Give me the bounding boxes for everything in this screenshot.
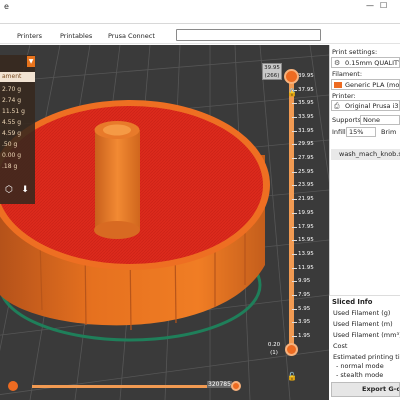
ruler-tick	[292, 199, 297, 201]
ruler-label: 29.95	[298, 141, 314, 148]
sliced-info-row: Used Filament (g)	[333, 309, 391, 317]
sliced-info-row: - normal mode	[336, 362, 384, 370]
tab-prusa-connect[interactable]: Prusa Connect	[108, 32, 155, 40]
ruler-tick	[292, 158, 297, 160]
tab-printables[interactable]: Printables	[60, 32, 92, 40]
print-settings-label: Print settings:	[332, 48, 378, 56]
ruler-tick	[292, 253, 297, 255]
layer-slider-bottom-thumb[interactable]	[285, 343, 298, 356]
sliced-info-row: Cost	[333, 342, 348, 350]
ruler-label: 15.95	[298, 237, 314, 244]
ruler-tick	[292, 294, 297, 296]
title-bar: e — ☐	[0, 0, 400, 24]
ruler-tick	[292, 336, 297, 337]
legend-header: ament	[0, 72, 35, 82]
supports-combo[interactable]: None	[360, 115, 400, 125]
legend-row: 11.51 g	[2, 108, 25, 115]
horizontal-slider-thumb[interactable]	[231, 381, 241, 391]
ruler-label: 25.95	[298, 168, 314, 175]
ruler-label: 23.95	[298, 182, 314, 189]
ruler-label: 39.95	[298, 73, 314, 79]
printer-label: Printer:	[332, 92, 356, 100]
sliced-info-row: Used Filament (mm³)	[333, 331, 400, 339]
filament-combo[interactable]: Generic PLA (modified)	[331, 79, 400, 90]
horizontal-slider-value: 320785	[207, 381, 232, 388]
filament-label: Filament:	[332, 70, 363, 78]
ruler-tick	[292, 322, 297, 324]
sliced-info-row: Used Filament (m)	[333, 320, 393, 328]
legend-row: 2.74 g	[2, 97, 22, 104]
ruler-tick	[292, 144, 297, 146]
legend-row: 0.00 g	[2, 152, 22, 159]
ruler-label: 7.95	[298, 291, 311, 298]
ruler-tick	[292, 130, 297, 132]
window-controls: — ☐	[366, 1, 396, 11]
ruler-tick	[292, 267, 297, 269]
ruler-tick	[292, 240, 297, 242]
sliced-info-row: Estimated printing time:	[333, 353, 400, 361]
chevron-down-icon[interactable]: ▼	[27, 56, 35, 67]
ruler-tick	[292, 171, 297, 173]
sliced-info-title: Sliced Info	[332, 298, 373, 306]
knob-stem	[95, 130, 140, 230]
ruler-label: 9.95	[298, 278, 311, 285]
app-icon: e	[4, 2, 9, 11]
ruler-tick	[292, 103, 297, 105]
tab-printers[interactable]: Printers	[17, 32, 42, 40]
download-icon[interactable]: ⬇	[18, 185, 32, 199]
printer-combo[interactable]: ⎙ Original Prusa i3 MK3S	[331, 100, 400, 111]
ruler-label: 1.95	[298, 333, 311, 339]
sliced-info-row: - stealth mode	[336, 371, 384, 379]
ruler-label: 11.95	[298, 264, 314, 271]
layer-slider-top-thumb[interactable]	[284, 69, 299, 84]
minimize-icon[interactable]: —	[366, 1, 374, 10]
legend-panel: ▼ ament 2.70 g 2.74 g 11.51 g 4.55 g 4.5…	[0, 55, 35, 204]
ruler-tick	[292, 185, 297, 187]
ruler-label: 19.95	[298, 209, 314, 216]
ruler-label: 3.95	[298, 319, 311, 326]
cube-icon[interactable]: ⬡	[2, 185, 16, 199]
ruler-label: 33.95	[298, 114, 314, 121]
legend-row: .18 g	[2, 163, 18, 170]
export-gcode-button[interactable]: Export G-code	[331, 382, 400, 397]
brim-checkbox[interactable]: Brim	[381, 128, 400, 136]
ruler-label: 5.95	[298, 305, 311, 312]
legend-row: 4.59 g	[2, 130, 22, 137]
ruler-label: 31.95	[298, 127, 314, 134]
search-input[interactable]	[176, 29, 321, 41]
ruler-tick	[292, 281, 297, 283]
ruler-label: 13.95	[298, 250, 314, 257]
horizontal-slider-track[interactable]	[32, 385, 232, 388]
ruler-tick	[292, 226, 297, 228]
ruler-tick	[292, 212, 297, 214]
legend-row: 4.55 g	[2, 119, 22, 126]
printer-icon: ⎙	[334, 102, 340, 110]
ruler-label: 27.95	[298, 155, 314, 162]
gear-icon: ⚙	[334, 59, 341, 67]
supports-label: Supports:	[332, 116, 364, 124]
ruler-label: 17.95	[298, 223, 314, 230]
ruler-tick	[292, 308, 297, 310]
filament-color-swatch	[334, 82, 342, 88]
layer-slider-track[interactable]	[289, 75, 294, 345]
layer-bottom-box: 0.20 (1)	[267, 342, 281, 356]
ruler-label: 35.95	[298, 100, 314, 107]
legend-row: 2.70 g	[2, 86, 22, 93]
horizontal-slider-left-thumb[interactable]	[8, 381, 18, 391]
ruler-label: 37.95	[298, 86, 314, 93]
lock-icon[interactable]: 🔒	[287, 88, 297, 97]
ruler-label: 21.95	[298, 196, 314, 203]
print-settings-combo[interactable]: ⚙ 0.15mm QUALITY	[331, 57, 400, 68]
layer-top-box: 39.95 (266)	[262, 63, 282, 80]
ruler-tick	[292, 117, 297, 119]
legend-row: .50 g	[2, 141, 18, 148]
object-list-item[interactable]: wash_mach_knob.stl	[331, 149, 400, 160]
lock-icon[interactable]: 🔓	[287, 372, 297, 381]
maximize-icon[interactable]: ☐	[380, 1, 387, 10]
infill-combo[interactable]: 15%	[346, 127, 376, 137]
